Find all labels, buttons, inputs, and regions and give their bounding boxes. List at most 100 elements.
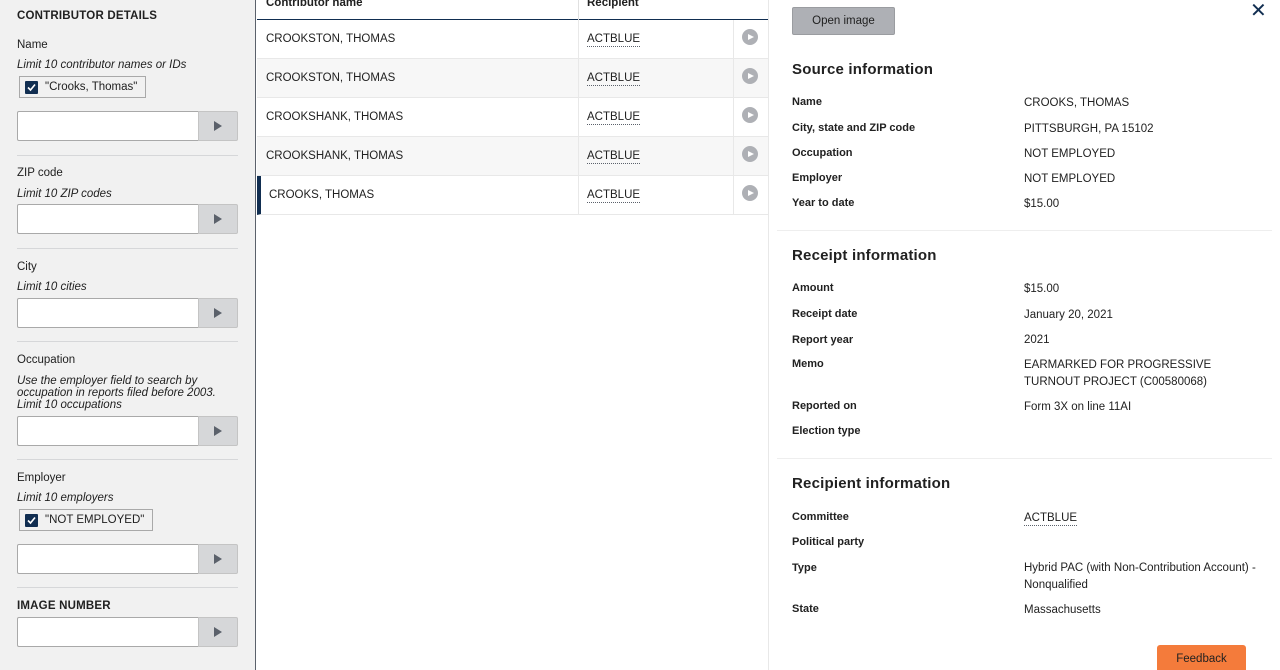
divider [17,155,238,156]
employer-filter-tag-label: "NOT EMPLOYED" [45,514,145,526]
play-circle-icon[interactable] [742,107,758,123]
recipient-link[interactable]: ACTBLUE [587,72,641,86]
recipient-link[interactable]: ACTBLUE [587,33,641,47]
detail-key: Receipt date [792,308,858,320]
detail-key: City, state and ZIP code [792,122,916,134]
detail-value: 2021 [1024,334,1050,346]
name-filter-tag[interactable]: "Crooks, Thomas" [19,76,147,98]
name-submit-button[interactable] [198,111,238,141]
detail-value: NOT EMPLOYED [1024,148,1116,160]
column-divider [733,20,734,59]
detail-value: $15.00 [1024,283,1060,295]
name-filter-tag-label: "Crooks, Thomas" [45,81,138,93]
detail-value: $15.00 [1024,198,1060,210]
column-divider [733,59,734,98]
detail-panel: Open image ✕ Source information Name CRO… [768,0,1280,670]
detail-key: Name [792,96,822,108]
sidebar-title: CONTRIBUTOR DETAILS [17,10,158,22]
divider [17,459,238,460]
results-table: Contributor name Recipient CROOKSTON, TH… [257,0,768,670]
contributor-name-cell: CROOKSHANK, THOMAS [266,150,404,162]
detail-key: Election type [792,425,861,437]
column-divider [578,0,579,20]
employer-hint: Limit 10 employers [17,492,114,504]
detail-value: Hybrid PAC (with Non-Contribution Accoun… [1024,562,1256,591]
play-arrow-icon [214,214,222,224]
city-label: City [17,261,37,273]
table-row[interactable]: CROOKSTON, THOMAS ACTBLUE [257,59,768,98]
close-icon[interactable]: ✕ [1250,0,1267,23]
committee-link[interactable]: ACTBLUE [1024,512,1078,526]
recipient-link[interactable]: ACTBLUE [587,111,641,125]
table-row[interactable]: CROOKSHANK, THOMAS ACTBLUE [257,137,768,176]
table-row[interactable]: CROOKSHANK, THOMAS ACTBLUE [257,98,768,137]
occupation-hint: Use the employer field to search by occu… [17,375,216,411]
source-info-title: Source information [792,61,934,78]
play-circle-icon[interactable] [742,29,758,45]
play-circle-icon[interactable] [742,68,758,84]
detail-key: Committee [792,511,849,523]
column-divider [733,98,734,137]
city-input[interactable] [17,298,199,328]
employer-submit-button[interactable] [198,544,238,574]
detail-value: Massachusetts [1024,604,1101,616]
detail-key: Report year [792,334,854,346]
feedback-button[interactable]: Feedback [1157,645,1246,670]
column-divider [733,176,734,215]
name-input[interactable] [17,111,199,141]
zip-hint: Limit 10 ZIP codes [17,188,112,200]
table-row[interactable]: CROOKSTON, THOMAS ACTBLUE [257,20,768,59]
column-divider [578,20,579,59]
column-divider [733,137,734,176]
zip-submit-button[interactable] [198,204,238,234]
open-image-button[interactable]: Open image [792,7,895,35]
detail-key: Memo [792,358,824,370]
detail-value: Form 3X on line 11AI [1024,401,1132,413]
employer-filter-tag[interactable]: "NOT EMPLOYED" [19,509,154,531]
column-divider [578,137,579,176]
play-circle-icon[interactable] [742,146,758,162]
table-row-selected[interactable]: CROOKS, THOMAS ACTBLUE [257,176,768,215]
table-header: Contributor name Recipient [257,0,768,20]
divider [17,341,238,342]
contributor-name-cell: CROOKSTON, THOMAS [266,33,396,45]
receipt-info-title: Receipt information [792,247,937,264]
contributor-name-cell: CROOKSHANK, THOMAS [266,111,404,123]
column-divider [578,176,579,215]
checkbox-checked-icon[interactable] [25,80,38,94]
occupation-submit-button[interactable] [198,416,238,446]
detail-key: Employer [792,172,843,184]
city-submit-button[interactable] [198,298,238,328]
column-divider [578,59,579,98]
play-circle-icon[interactable] [742,185,758,201]
column-divider [578,98,579,137]
play-arrow-icon [214,308,222,318]
detail-key: Amount [792,282,834,294]
recipient-link[interactable]: ACTBLUE [587,189,641,203]
image-number-input[interactable] [17,617,199,647]
detail-value: CROOKS, THOMAS [1024,97,1130,109]
checkbox-checked-icon[interactable] [25,513,38,527]
zip-label: ZIP code [17,167,63,179]
detail-value: NOT EMPLOYED [1024,173,1116,185]
filters-sidebar: CONTRIBUTOR DETAILS Name Limit 10 contri… [0,0,256,670]
detail-value: EARMARKED FOR PROGRESSIVE TURNOUT PROJEC… [1024,359,1212,388]
column-header-recipient[interactable]: Recipient [587,0,639,9]
recipient-link[interactable]: ACTBLUE [587,150,641,164]
divider [17,587,238,588]
city-hint: Limit 10 cities [17,281,87,293]
contributor-name-cell: CROOKSTON, THOMAS [266,72,396,84]
employer-input[interactable] [17,544,199,574]
play-arrow-icon [214,121,222,131]
occupation-label: Occupation [17,354,76,366]
name-hint: Limit 10 contributor names or IDs [17,59,187,71]
play-arrow-icon [214,627,222,637]
detail-key: Political party [792,536,865,548]
image-number-submit-button[interactable] [198,617,238,647]
occupation-input[interactable] [17,416,199,446]
image-number-label: IMAGE NUMBER [17,600,111,612]
zip-input[interactable] [17,204,199,234]
column-header-contributor-name[interactable]: Contributor name [266,0,362,9]
divider [17,248,238,249]
detail-key: Occupation [792,147,853,159]
